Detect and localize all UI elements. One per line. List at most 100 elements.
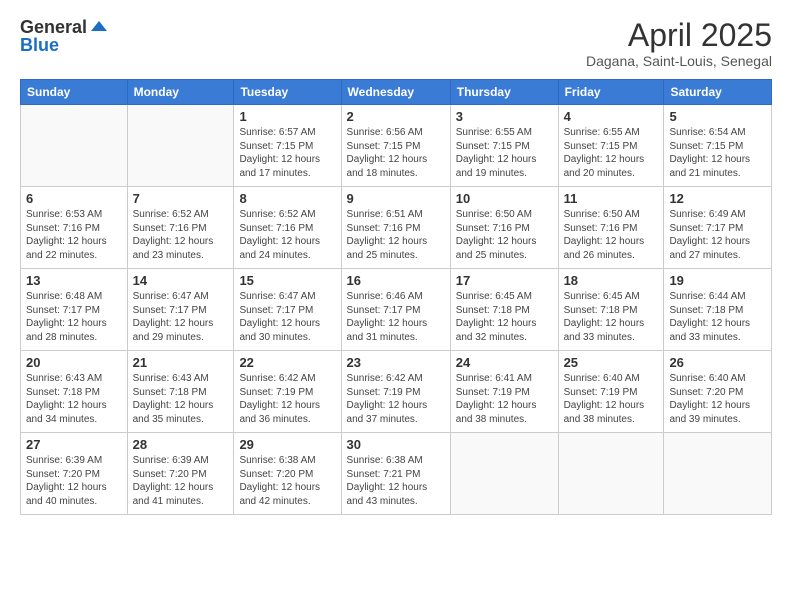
day-number: 8 <box>239 191 335 206</box>
day-number: 23 <box>347 355 445 370</box>
calendar-cell: 17 Sunrise: 6:45 AMSunset: 7:18 PMDayligh… <box>450 269 558 351</box>
day-info: Sunrise: 6:39 AMSunset: 7:20 PMDaylight:… <box>133 454 229 508</box>
day-number: 26 <box>669 355 766 370</box>
day-number: 21 <box>133 355 229 370</box>
day-info: Sunrise: 6:45 AMSunset: 7:18 PMDaylight:… <box>456 290 553 344</box>
calendar-cell: 1 Sunrise: 6:57 AMSunset: 7:15 PMDaylight… <box>234 105 341 187</box>
day-info: Sunrise: 6:50 AMSunset: 7:16 PMDaylight:… <box>456 208 553 262</box>
calendar-cell <box>664 433 772 515</box>
day-number: 17 <box>456 273 553 288</box>
day-info: Sunrise: 6:56 AMSunset: 7:15 PMDaylight:… <box>347 126 445 180</box>
header: General Blue April 2025 Dagana, Saint-Lo… <box>20 18 772 69</box>
day-info: Sunrise: 6:48 AMSunset: 7:17 PMDaylight:… <box>26 290 122 344</box>
day-number: 3 <box>456 109 553 124</box>
day-info: Sunrise: 6:54 AMSunset: 7:15 PMDaylight:… <box>669 126 766 180</box>
day-number: 28 <box>133 437 229 452</box>
calendar-cell: 23 Sunrise: 6:42 AMSunset: 7:19 PMDayligh… <box>341 351 450 433</box>
week-row-5: 27 Sunrise: 6:39 AMSunset: 7:20 PMDayligh… <box>21 433 772 515</box>
logo-general: General <box>20 18 87 36</box>
calendar-cell: 18 Sunrise: 6:45 AMSunset: 7:18 PMDayligh… <box>558 269 664 351</box>
week-row-4: 20 Sunrise: 6:43 AMSunset: 7:18 PMDayligh… <box>21 351 772 433</box>
day-info: Sunrise: 6:52 AMSunset: 7:16 PMDaylight:… <box>239 208 335 262</box>
day-number: 6 <box>26 191 122 206</box>
week-row-3: 13 Sunrise: 6:48 AMSunset: 7:17 PMDayligh… <box>21 269 772 351</box>
calendar-cell <box>450 433 558 515</box>
day-info: Sunrise: 6:39 AMSunset: 7:20 PMDaylight:… <box>26 454 122 508</box>
title-month: April 2025 <box>586 18 772 53</box>
calendar-cell: 21 Sunrise: 6:43 AMSunset: 7:18 PMDayligh… <box>127 351 234 433</box>
calendar-cell: 11 Sunrise: 6:50 AMSunset: 7:16 PMDayligh… <box>558 187 664 269</box>
weekday-header-wednesday: Wednesday <box>341 80 450 105</box>
calendar-cell: 16 Sunrise: 6:46 AMSunset: 7:17 PMDayligh… <box>341 269 450 351</box>
day-number: 15 <box>239 273 335 288</box>
day-info: Sunrise: 6:47 AMSunset: 7:17 PMDaylight:… <box>133 290 229 344</box>
calendar-cell: 24 Sunrise: 6:41 AMSunset: 7:19 PMDayligh… <box>450 351 558 433</box>
weekday-header-sunday: Sunday <box>21 80 128 105</box>
calendar-cell <box>127 105 234 187</box>
day-info: Sunrise: 6:51 AMSunset: 7:16 PMDaylight:… <box>347 208 445 262</box>
day-info: Sunrise: 6:50 AMSunset: 7:16 PMDaylight:… <box>564 208 659 262</box>
day-number: 16 <box>347 273 445 288</box>
day-number: 11 <box>564 191 659 206</box>
calendar-cell: 25Sunrise: 6:40 AMSunset: 7:19 PMDayligh… <box>558 351 664 433</box>
calendar-cell: 29Sunrise: 6:38 AMSunset: 7:20 PMDayligh… <box>234 433 341 515</box>
day-number: 13 <box>26 273 122 288</box>
calendar-cell: 9 Sunrise: 6:51 AMSunset: 7:16 PMDaylight… <box>341 187 450 269</box>
weekday-header-tuesday: Tuesday <box>234 80 341 105</box>
day-info: Sunrise: 6:41 AMSunset: 7:19 PMDaylight:… <box>456 372 553 426</box>
calendar-cell: 19Sunrise: 6:44 AMSunset: 7:18 PMDayligh… <box>664 269 772 351</box>
day-number: 7 <box>133 191 229 206</box>
day-info: Sunrise: 6:43 AMSunset: 7:18 PMDaylight:… <box>26 372 122 426</box>
day-info: Sunrise: 6:45 AMSunset: 7:18 PMDaylight:… <box>564 290 659 344</box>
day-info: Sunrise: 6:55 AMSunset: 7:15 PMDaylight:… <box>456 126 553 180</box>
day-number: 1 <box>239 109 335 124</box>
calendar-cell: 15 Sunrise: 6:47 AMSunset: 7:17 PMDayligh… <box>234 269 341 351</box>
calendar-cell: 28 Sunrise: 6:39 AMSunset: 7:20 PMDayligh… <box>127 433 234 515</box>
calendar-cell: 26 Sunrise: 6:40 AMSunset: 7:20 PMDayligh… <box>664 351 772 433</box>
calendar-cell: 20 Sunrise: 6:43 AMSunset: 7:18 PMDayligh… <box>21 351 128 433</box>
week-row-2: 6 Sunrise: 6:53 AMSunset: 7:16 PMDaylight… <box>21 187 772 269</box>
day-info: Sunrise: 6:42 AMSunset: 7:19 PMDaylight:… <box>347 372 445 426</box>
day-number: 2 <box>347 109 445 124</box>
page: General Blue April 2025 Dagana, Saint-Lo… <box>0 0 792 612</box>
day-info: Sunrise: 6:52 AMSunset: 7:16 PMDaylight:… <box>133 208 229 262</box>
day-info: Sunrise: 6:57 AMSunset: 7:15 PMDaylight:… <box>239 126 335 180</box>
calendar-cell: 2 Sunrise: 6:56 AMSunset: 7:15 PMDaylight… <box>341 105 450 187</box>
day-info: Sunrise: 6:42 AMSunset: 7:19 PMDaylight:… <box>239 372 335 426</box>
day-number: 19 <box>669 273 766 288</box>
day-info: Sunrise: 6:38 AMSunset: 7:20 PMDaylight:… <box>239 454 335 508</box>
day-number: 22 <box>239 355 335 370</box>
calendar-cell: 13 Sunrise: 6:48 AMSunset: 7:17 PMDayligh… <box>21 269 128 351</box>
day-number: 30 <box>347 437 445 452</box>
calendar-cell: 6 Sunrise: 6:53 AMSunset: 7:16 PMDaylight… <box>21 187 128 269</box>
week-row-1: 1 Sunrise: 6:57 AMSunset: 7:15 PMDaylight… <box>21 105 772 187</box>
day-number: 25 <box>564 355 659 370</box>
day-info: Sunrise: 6:47 AMSunset: 7:17 PMDaylight:… <box>239 290 335 344</box>
day-info: Sunrise: 6:43 AMSunset: 7:18 PMDaylight:… <box>133 372 229 426</box>
day-number: 5 <box>669 109 766 124</box>
day-info: Sunrise: 6:46 AMSunset: 7:17 PMDaylight:… <box>347 290 445 344</box>
calendar-cell <box>21 105 128 187</box>
weekday-header-friday: Friday <box>558 80 664 105</box>
day-number: 4 <box>564 109 659 124</box>
day-number: 18 <box>564 273 659 288</box>
day-info: Sunrise: 6:38 AMSunset: 7:21 PMDaylight:… <box>347 454 445 508</box>
weekday-header-row: SundayMondayTuesdayWednesdayThursdayFrid… <box>21 80 772 105</box>
weekday-header-monday: Monday <box>127 80 234 105</box>
day-number: 12 <box>669 191 766 206</box>
day-number: 27 <box>26 437 122 452</box>
calendar-cell: 12Sunrise: 6:49 AMSunset: 7:17 PMDayligh… <box>664 187 772 269</box>
day-info: Sunrise: 6:40 AMSunset: 7:20 PMDaylight:… <box>669 372 766 426</box>
title-location: Dagana, Saint-Louis, Senegal <box>586 53 772 69</box>
weekday-header-saturday: Saturday <box>664 80 772 105</box>
title-block: April 2025 Dagana, Saint-Louis, Senegal <box>586 18 772 69</box>
calendar-cell: 30 Sunrise: 6:38 AMSunset: 7:21 PMDayligh… <box>341 433 450 515</box>
calendar-cell: 7 Sunrise: 6:52 AMSunset: 7:16 PMDaylight… <box>127 187 234 269</box>
day-number: 24 <box>456 355 553 370</box>
day-info: Sunrise: 6:53 AMSunset: 7:16 PMDaylight:… <box>26 208 122 262</box>
day-number: 20 <box>26 355 122 370</box>
calendar-cell: 3 Sunrise: 6:55 AMSunset: 7:15 PMDaylight… <box>450 105 558 187</box>
calendar-table: SundayMondayTuesdayWednesdayThursdayFrid… <box>20 79 772 515</box>
calendar-cell: 27 Sunrise: 6:39 AMSunset: 7:20 PMDayligh… <box>21 433 128 515</box>
day-number: 9 <box>347 191 445 206</box>
